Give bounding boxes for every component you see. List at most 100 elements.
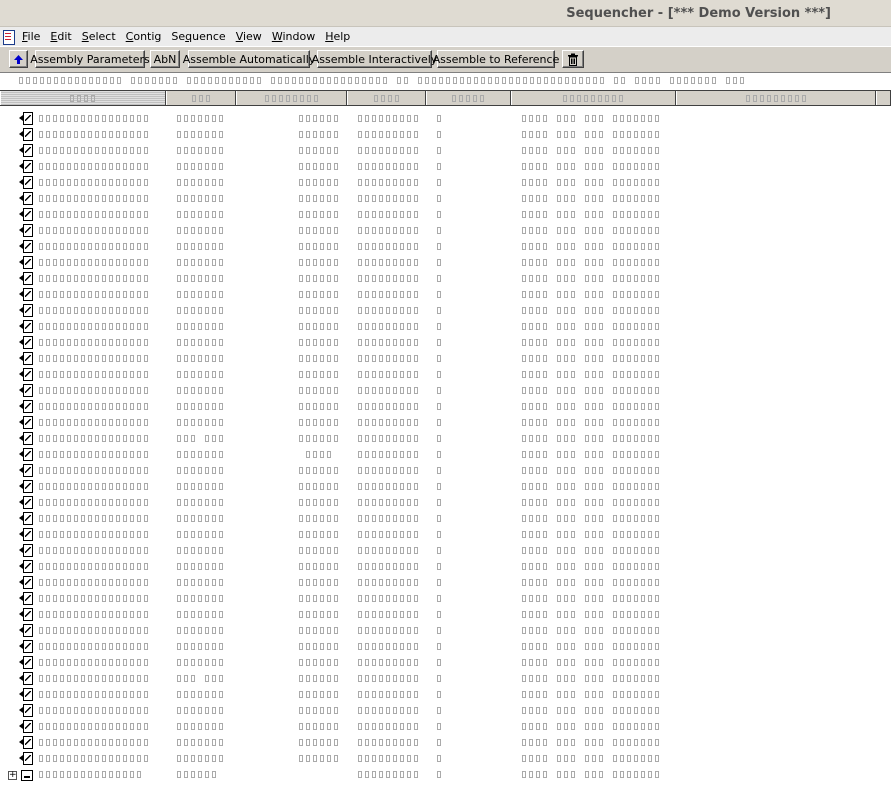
expand-icon[interactable]: + <box>8 771 17 780</box>
menu-help[interactable]: Help <box>325 30 350 43</box>
table-row[interactable] <box>0 192 891 208</box>
table-row[interactable] <box>0 672 891 688</box>
table-row[interactable] <box>0 304 891 320</box>
header-col7[interactable] <box>676 91 876 105</box>
table-row[interactable] <box>0 688 891 704</box>
table-row[interactable] <box>0 656 891 672</box>
table-row[interactable] <box>0 320 891 336</box>
row-col3 <box>299 307 341 314</box>
table-row[interactable] <box>0 208 891 224</box>
app-icon[interactable] <box>0 28 16 46</box>
row-col2 <box>177 115 226 122</box>
table-row[interactable] <box>0 464 891 480</box>
up-button[interactable] <box>9 50 28 68</box>
table-row[interactable] <box>0 544 891 560</box>
row-col5 <box>437 531 444 538</box>
table-row[interactable] <box>0 224 891 240</box>
table-row[interactable] <box>0 752 891 768</box>
table-row[interactable] <box>0 384 891 400</box>
table-row[interactable] <box>0 496 891 512</box>
table-row[interactable] <box>0 112 891 128</box>
row-name <box>39 739 151 746</box>
row-col2 <box>177 627 226 634</box>
row-col4 <box>358 227 421 234</box>
table-row[interactable] <box>0 144 891 160</box>
row-col6 <box>522 259 662 266</box>
table-row[interactable] <box>0 640 891 656</box>
table-row[interactable] <box>0 400 891 416</box>
row-col4 <box>358 387 421 394</box>
row-col4 <box>358 499 421 506</box>
row-col2 <box>177 435 226 442</box>
row-col3 <box>299 259 341 266</box>
row-col6 <box>522 659 662 666</box>
table-row[interactable] <box>0 560 891 576</box>
table-row[interactable] <box>0 176 891 192</box>
table-row[interactable] <box>0 720 891 736</box>
header-col8[interactable] <box>876 91 891 105</box>
table-row[interactable] <box>0 272 891 288</box>
header-col4[interactable] <box>347 91 426 105</box>
header-name[interactable] <box>0 91 166 105</box>
table-row[interactable] <box>0 576 891 592</box>
menu-contig[interactable]: Contig <box>126 30 162 43</box>
table-row[interactable] <box>0 416 891 432</box>
contig-row[interactable]: + <box>0 768 891 784</box>
row-col6 <box>522 227 662 234</box>
menu-sequence[interactable]: Sequence <box>171 30 225 43</box>
table-row[interactable] <box>0 256 891 272</box>
row-col4 <box>358 211 421 218</box>
table-row[interactable] <box>0 624 891 640</box>
header-col2[interactable] <box>166 91 236 105</box>
table-row[interactable] <box>0 336 891 352</box>
header-col6[interactable] <box>511 91 676 105</box>
table-row[interactable] <box>0 704 891 720</box>
row-col4 <box>358 147 421 154</box>
header-col5[interactable] <box>426 91 511 105</box>
row-col3 <box>299 531 341 538</box>
assemble-automatically-button[interactable]: Assemble Automatically <box>183 50 315 68</box>
row-col4 <box>358 691 421 698</box>
trash-button[interactable] <box>562 50 584 68</box>
menu-file[interactable]: File <box>22 30 40 43</box>
row-col4 <box>358 179 421 186</box>
row-col3 <box>299 371 341 378</box>
table-row[interactable] <box>0 288 891 304</box>
table-row[interactable] <box>0 432 891 448</box>
row-col6 <box>522 723 662 730</box>
row-col2 <box>177 131 226 138</box>
row-col5 <box>437 339 444 346</box>
row-col3 <box>299 227 341 234</box>
abn-button[interactable]: AbN <box>150 50 180 68</box>
table-row[interactable] <box>0 352 891 368</box>
menu-view[interactable]: View <box>236 30 262 43</box>
table-row[interactable] <box>0 240 891 256</box>
menu-window[interactable]: Window <box>272 30 315 43</box>
table-row[interactable] <box>0 480 891 496</box>
menu-edit[interactable]: Edit <box>50 30 71 43</box>
menu-select[interactable]: Select <box>82 30 116 43</box>
header-col2-label <box>192 95 213 102</box>
assemble-interactively-button[interactable]: Assemble Interactively <box>312 50 437 68</box>
table-row[interactable] <box>0 592 891 608</box>
table-row[interactable] <box>0 448 891 464</box>
table-row[interactable] <box>0 368 891 384</box>
table-row[interactable] <box>0 736 891 752</box>
row-name <box>39 163 151 170</box>
contig-col2 <box>177 771 219 778</box>
assemble-to-reference-button[interactable]: Assemble to Reference <box>433 50 559 68</box>
table-row[interactable] <box>0 128 891 144</box>
table-row[interactable] <box>0 160 891 176</box>
sequence-file-icon <box>19 240 33 253</box>
sequence-file-icon <box>19 592 33 605</box>
table-row[interactable] <box>0 512 891 528</box>
row-col6 <box>522 643 662 650</box>
table-row[interactable] <box>0 608 891 624</box>
row-col3 <box>299 243 341 250</box>
row-col4 <box>358 131 421 138</box>
assembly-parameters-button[interactable]: Assembly Parameters <box>30 50 150 68</box>
header-col3[interactable] <box>236 91 347 105</box>
table-row[interactable] <box>0 528 891 544</box>
row-col4 <box>358 195 421 202</box>
row-name <box>39 595 151 602</box>
